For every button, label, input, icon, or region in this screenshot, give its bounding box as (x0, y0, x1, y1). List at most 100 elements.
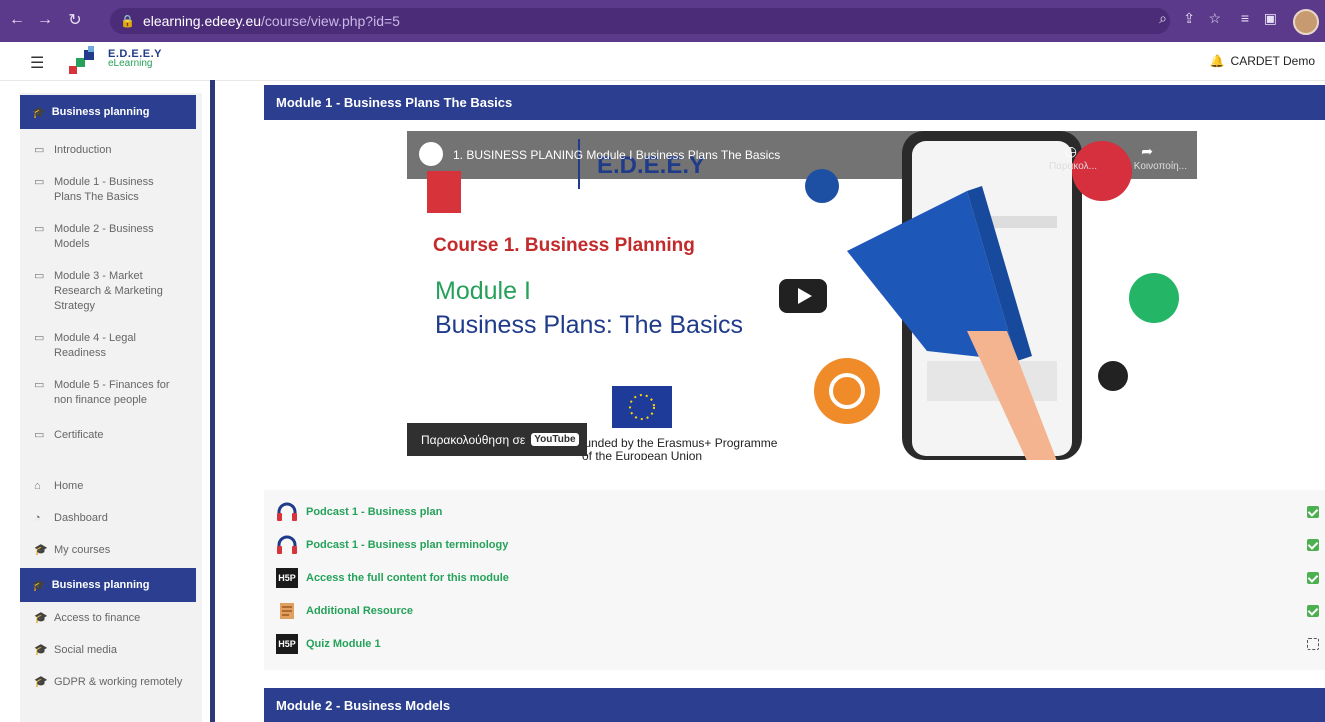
module-1-header[interactable]: Module 1 - Business Plans The Basics (264, 85, 1325, 120)
zoom-icon[interactable]: ⌕ (1159, 10, 1167, 27)
back-icon[interactable]: ← (6, 9, 28, 31)
watch-later-label[interactable]: Παρακολ... (1049, 161, 1097, 172)
completion-checkbox[interactable] (1307, 605, 1319, 617)
watch-on-youtube-button[interactable]: Παρακολούθηση σε YouTube (407, 423, 587, 456)
sidebar-item-label: Dashboard (54, 512, 108, 524)
youtube-logo-icon: YouTube (531, 433, 579, 446)
sidebar-item-label: Introduction (54, 144, 112, 156)
channel-avatar-icon[interactable] (419, 142, 443, 166)
h5p-icon: H5P (276, 634, 298, 654)
activity-list: Podcast 1 - Business plan Podcast 1 - Bu… (264, 490, 1325, 670)
play-icon[interactable] (779, 279, 827, 313)
folder-icon: ▭ (34, 379, 45, 391)
activity-label: Podcast 1 - Business plan (306, 506, 443, 518)
bell-icon[interactable]: 🔔 (1210, 54, 1225, 68)
activity-additional-resource[interactable]: Additional Resource (276, 600, 413, 622)
url-path: /course/view.php?id=5 (261, 13, 400, 29)
sidebar-item-module-2[interactable]: ▭ Module 2 - Business Models (20, 216, 196, 258)
graduation-cap-icon: 🎓 (34, 644, 48, 656)
activity-quiz-module-1[interactable]: H5P Quiz Module 1 (276, 633, 381, 655)
module-2-header[interactable]: Module 2 - Business Models (264, 688, 1325, 722)
sidebar-course-header[interactable]: 🎓 Business planning (20, 95, 196, 129)
logo-text: E.D.E.E.Y eLearning (108, 49, 162, 69)
bookmark-star-icon[interactable]: ☆ (1208, 10, 1221, 27)
course-sidebar: 🎓 Business planning ▭ Introduction ▭ Modul… (20, 93, 196, 722)
video-module-subtitle: Business Plans: The Basics (435, 311, 743, 339)
dashboard-icon: ◔ (34, 512, 41, 524)
sidebar-item-social-media[interactable]: 🎓 Social media (20, 637, 196, 664)
lock-icon: 🔒 (120, 14, 135, 28)
sidebar-item-business-planning[interactable]: 🎓 Business planning (20, 568, 196, 602)
user-name: CARDET Demo (1230, 54, 1315, 68)
sidebar-item-label: Home (54, 480, 84, 492)
sidebar-item-module-3[interactable]: ▭ Module 3 - Market Research & Marketing … (20, 263, 196, 320)
activity-podcast-terminology[interactable]: Podcast 1 - Business plan terminology (276, 534, 508, 556)
graduation-cap-icon: 🎓 (34, 676, 48, 688)
sidebar-item-label: My courses (54, 544, 111, 556)
sidebar-item-gdpr[interactable]: 🎓 GDPR & working remotely (20, 669, 196, 696)
url-host: elearning.edeey.eu (142, 13, 262, 29)
sidebar-item-module-1[interactable]: ▭ Module 1 - Business Plans The Basics (20, 169, 196, 211)
erasmus-line-1: Funded by the Erasmus+ Programme (577, 436, 778, 450)
sidebar-item-label: Access to finance (54, 612, 141, 624)
video-title[interactable]: 1. BUSINESS PLANING Module I Business Pl… (453, 148, 780, 162)
sidebar-item-label: Certificate (54, 429, 104, 441)
sidebar-item-label: GDPR & working remotely (54, 676, 183, 688)
share-label[interactable]: Κοινοποίη... (1134, 161, 1187, 172)
resource-icon (276, 600, 298, 622)
video-module-line: Module I (435, 277, 531, 305)
headphones-icon (276, 501, 298, 523)
activity-label: Quiz Module 1 (306, 638, 381, 650)
sidebar-item-module-5[interactable]: ▭ Module 5 - Finances for non finance peo… (20, 372, 196, 414)
graduation-cap-icon: 🎓 (32, 106, 46, 119)
sidebar-item-label: Module 3 - Market Research & Marketing S… (54, 270, 163, 312)
address-bar[interactable]: 🔒 elearning.edeey.eu/course/view.php?id=… (110, 8, 1170, 34)
sidebar-item-label: Module 4 - Legal Readiness (54, 332, 136, 359)
forward-icon[interactable]: → (34, 9, 56, 31)
completion-checkbox[interactable] (1307, 539, 1319, 551)
folder-icon: ▭ (34, 223, 45, 235)
module-title: Module 1 - Business Plans The Basics (276, 95, 513, 110)
sidebar-item-module-4[interactable]: ▭ Module 4 - Legal Readiness (20, 325, 196, 367)
side-panel-icon[interactable]: ▣ (1264, 10, 1277, 27)
reload-icon[interactable]: ↻ (64, 9, 86, 31)
sidebar-divider (210, 80, 215, 722)
share-arrow-icon[interactable]: ➦ (1141, 143, 1153, 160)
folder-icon: ▭ (34, 176, 45, 188)
erasmus-line-2: of the European Union (582, 449, 702, 460)
watch-on-label: Παρακολούθηση σε (421, 432, 526, 447)
sidebar-item-access-to-finance[interactable]: 🎓 Access to finance (20, 605, 196, 632)
reading-list-icon[interactable]: ≡ (1241, 10, 1249, 26)
sidebar-item-home[interactable]: ⌂ Home (20, 473, 196, 500)
logo-icon[interactable] (68, 46, 98, 76)
sidebar-item-dashboard[interactable]: ◔ Dashboard (20, 505, 196, 532)
activity-label: Additional Resource (306, 605, 413, 617)
sidebar-scrollbar[interactable] (196, 93, 202, 722)
activity-podcast-1[interactable]: Podcast 1 - Business plan (276, 501, 442, 523)
user-menu[interactable]: 🔔 CARDET Demo (1210, 54, 1315, 68)
sidebar-item-introduction[interactable]: ▭ Introduction (20, 137, 196, 164)
sidebar-item-certificate[interactable]: ▭ Certificate (20, 422, 196, 449)
sidebar-item-label: Module 1 - Business Plans The Basics (54, 176, 154, 203)
completion-checkbox[interactable] (1307, 506, 1319, 518)
graduation-cap-icon: 🎓 (34, 612, 48, 624)
menu-icon[interactable]: ☰ (30, 53, 44, 73)
browser-toolbar: ← → ↻ 🔒 elearning.edeey.eu/course/view.p… (0, 0, 1325, 42)
folder-icon: ▭ (34, 332, 45, 344)
sidebar-item-my-courses[interactable]: 🎓 My courses (20, 537, 196, 564)
share-icon[interactable]: ⇪ (1183, 10, 1195, 27)
sidebar-item-label: Module 5 - Finances for non finance peop… (54, 379, 170, 406)
folder-icon: ▭ (34, 429, 45, 441)
sidebar-course-title: Business planning (51, 106, 150, 118)
activity-full-content[interactable]: H5P Access the full content for this mod… (276, 567, 509, 589)
profile-avatar[interactable] (1293, 9, 1319, 35)
clock-icon[interactable]: ◷ (1065, 143, 1077, 160)
completion-checkbox[interactable] (1307, 638, 1319, 650)
sidebar-item-label: Social media (54, 644, 117, 656)
h5p-icon: H5P (276, 568, 298, 588)
folder-icon: ▭ (34, 270, 45, 282)
headphones-icon (276, 534, 298, 556)
sidebar-item-label: Module 2 - Business Models (54, 223, 154, 250)
video-player[interactable]: E.D.E.E.Y Course 1. Business Planning Mo… (407, 131, 1197, 460)
completion-checkbox[interactable] (1307, 572, 1319, 584)
